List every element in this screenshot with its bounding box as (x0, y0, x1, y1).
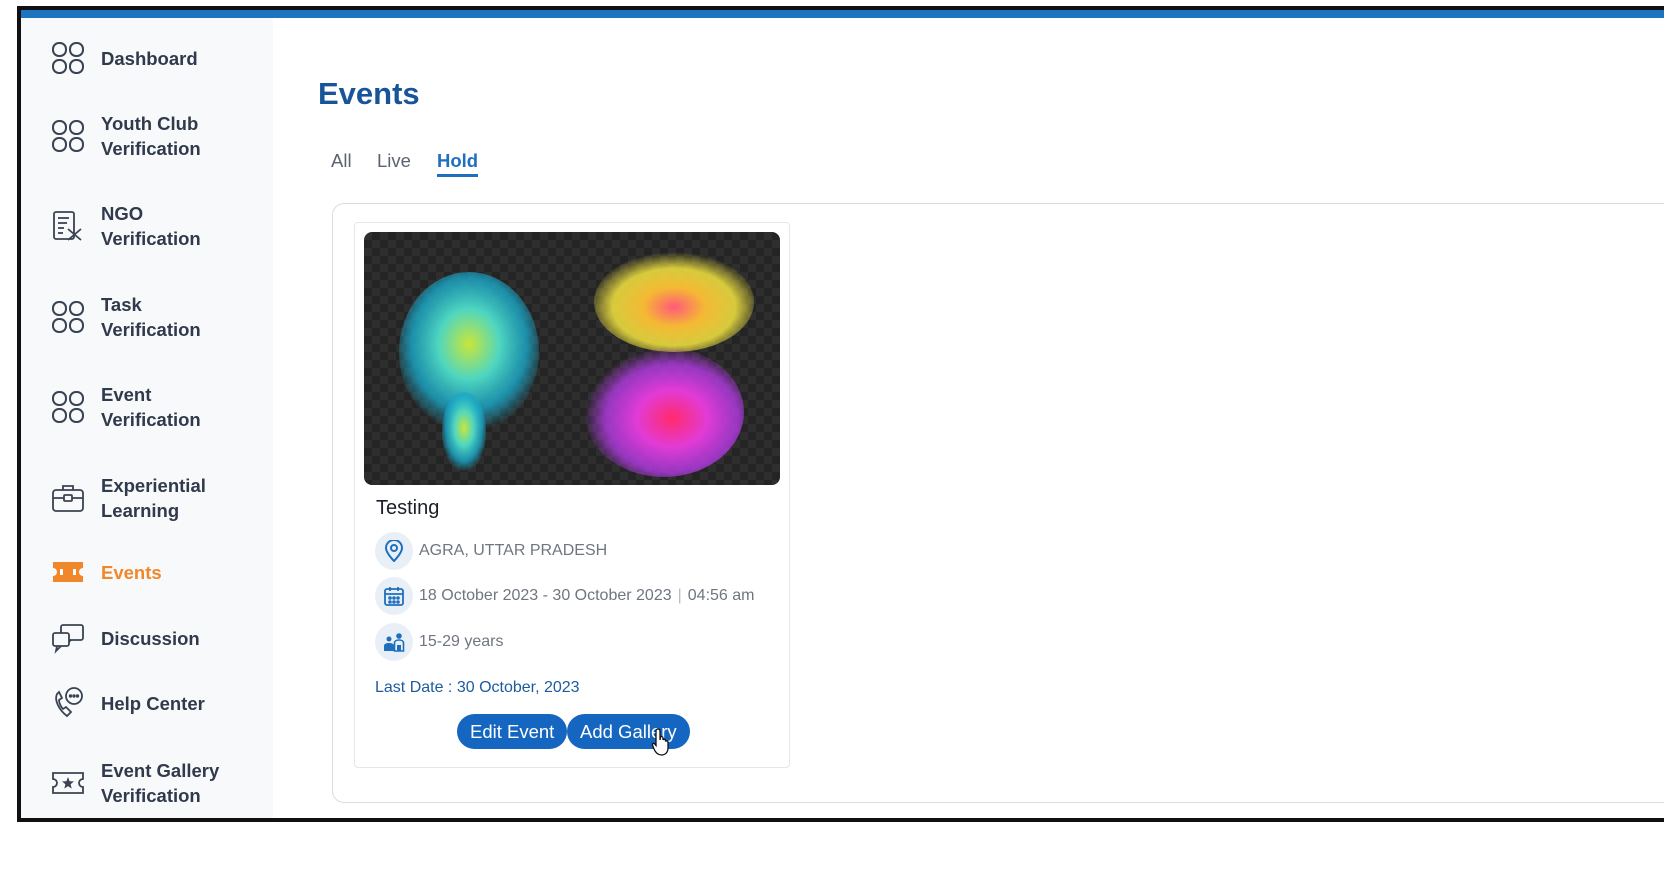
sidebar-item-label: Help Center (101, 692, 205, 714)
phone-chat-icon (51, 686, 85, 720)
sidebar-item-help-center[interactable]: Help Center (21, 681, 273, 725)
grid-icon (51, 300, 85, 334)
sidebar-item-event-gallery-verification[interactable]: Event Gallery Verification (21, 753, 273, 813)
date-time-separator: | (677, 587, 682, 604)
time-text: 04:56 am (687, 587, 755, 604)
event-age-range: 15-29 years (375, 623, 504, 661)
event-card: Testing AGRA, UTTAR PRADESH 18 October 2… (354, 222, 790, 768)
sidebar-item-label: Youth Club Verification (101, 113, 201, 159)
sidebar-item-label: NGO Verification (101, 203, 201, 249)
tab-live[interactable]: Live (377, 150, 411, 172)
dates-text: 18 October 2023 - 30 October 2023 (419, 587, 672, 604)
sidebar-item-task-verification[interactable]: Task Verification (21, 287, 273, 347)
sidebar-item-label: Dashboard (101, 47, 198, 69)
event-location: AGRA, UTTAR PRADESH (375, 532, 607, 570)
sidebar-item-label: Event Gallery Verification (101, 760, 220, 806)
location-pin-icon (375, 532, 413, 570)
grid-icon (51, 390, 85, 424)
calendar-icon (375, 577, 413, 615)
sidebar: Dashboard Youth Club Verification NGO Ve… (21, 18, 273, 818)
star-ticket-icon (51, 766, 85, 800)
sidebar-item-label: Event Verification (101, 384, 201, 430)
event-dates: 18 October 2023 - 30 October 2023 | 04:5… (375, 577, 754, 615)
sidebar-item-label: Task Verification (101, 294, 201, 340)
tab-hold[interactable]: Hold (437, 150, 479, 177)
edit-event-button[interactable]: Edit Event (457, 714, 568, 749)
location-text: AGRA, UTTAR PRADESH (419, 542, 608, 559)
hand-cursor-icon (651, 728, 669, 756)
grid-icon (51, 41, 85, 75)
last-date: Last Date : 30 October, 2023 (375, 679, 580, 696)
age-text: 15-29 years (419, 633, 504, 650)
sidebar-item-events[interactable]: Events (21, 550, 273, 594)
sidebar-item-dashboard[interactable]: Dashboard (21, 32, 273, 84)
sidebar-item-label: Experiential Learning (101, 475, 206, 521)
top-accent-bar (21, 10, 1664, 18)
grid-icon (51, 119, 85, 153)
chat-bubbles-icon (51, 621, 85, 655)
briefcase-icon (51, 481, 85, 515)
document-check-icon (51, 209, 85, 243)
ticket-icon (51, 555, 85, 589)
sidebar-item-ngo-verification[interactable]: NGO Verification (21, 196, 273, 256)
sidebar-item-label: Discussion (101, 627, 200, 649)
event-title: Testing (376, 497, 440, 519)
people-icon (375, 623, 413, 661)
sidebar-item-event-verification[interactable]: Event Verification (21, 377, 273, 437)
sidebar-item-discussion[interactable]: Discussion (21, 616, 273, 660)
sidebar-item-youth-club-verification[interactable]: Youth Club Verification (21, 106, 273, 166)
tab-all[interactable]: All (331, 150, 352, 172)
sidebar-item-label: Events (101, 561, 162, 583)
event-image (364, 232, 780, 485)
app-window: Dashboard Youth Club Verification NGO Ve… (17, 6, 1664, 822)
sidebar-item-experiential-learning[interactable]: Experiential Learning (21, 468, 273, 528)
page-title: Events (318, 76, 420, 111)
